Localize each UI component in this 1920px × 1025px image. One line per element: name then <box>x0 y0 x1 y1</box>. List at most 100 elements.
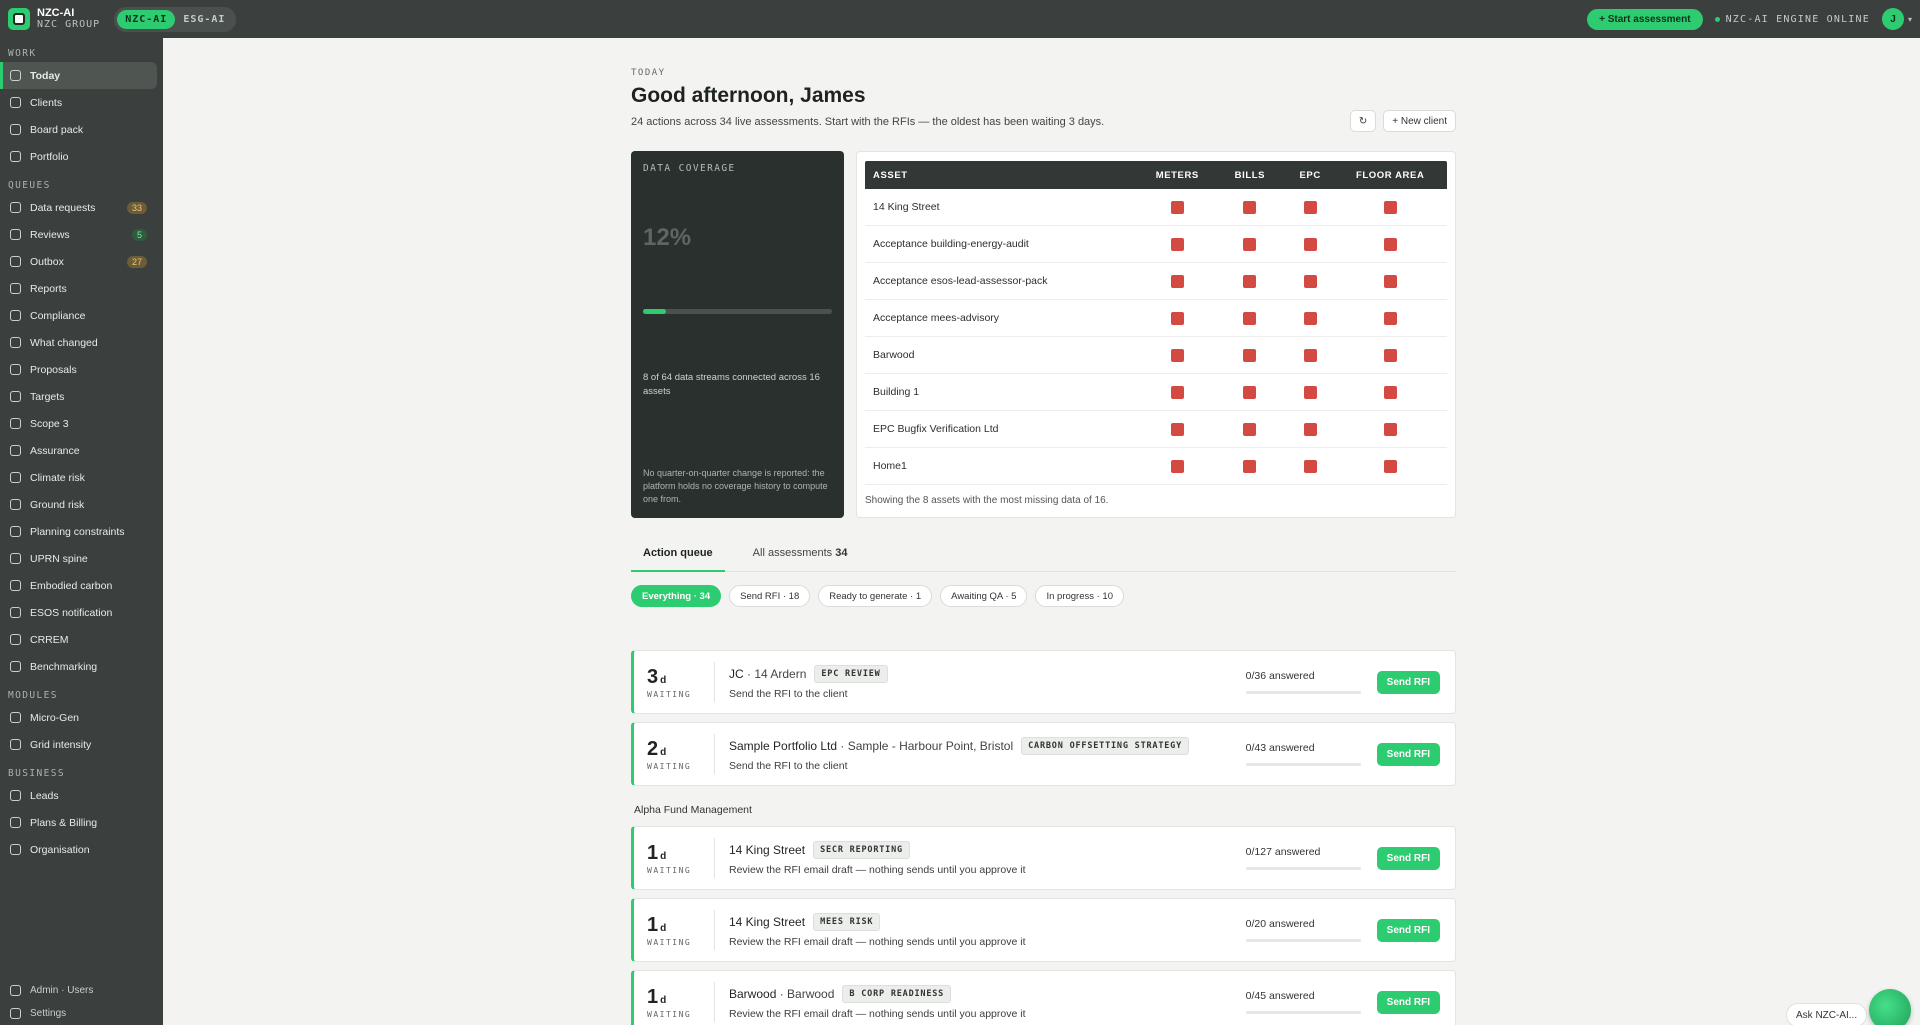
sidebar-item-what-changed[interactable]: What changed <box>0 329 157 356</box>
nzc-logo-icon[interactable] <box>8 8 30 30</box>
sidebar-item-assurance[interactable]: Assurance <box>0 437 157 464</box>
top-bar: NZC-AI NZC GROUP NZC-AI ESG-AI + Start a… <box>0 0 1920 38</box>
missing-bills-cell <box>1243 311 1257 325</box>
waiting-indicator: 3 d WAITING <box>634 666 714 699</box>
missing-floor-area-cell <box>1383 274 1397 288</box>
table-row[interactable]: Home1 <box>865 448 1447 485</box>
tab-all-assessments[interactable]: All assessments 34 <box>741 541 860 572</box>
service-tag: MEES RISK <box>813 912 881 931</box>
filter-chip-awaiting-qa[interactable]: Awaiting QA · 5 <box>940 585 1028 607</box>
action-card[interactable]: 1 d WAITING 14 King Street MEES RISK Review… <box>631 898 1456 962</box>
new-client-button[interactable]: + New client <box>1383 110 1456 132</box>
missing-meters-cell <box>1170 385 1184 399</box>
sidebar-item-reviews[interactable]: Reviews 5 <box>0 221 157 248</box>
sidebar-item-label: Planning constraints <box>30 525 125 538</box>
engine-status-text: NZC-AI ENGINE ONLINE <box>1725 13 1870 25</box>
sidebar-item-settings[interactable]: Settings <box>0 1002 157 1025</box>
table-row[interactable]: 14 King Street <box>865 189 1447 226</box>
missing-bills-cell <box>1243 274 1257 288</box>
asset-name: Acceptance esos-lead-assessor-pack <box>873 275 1048 287</box>
tab-action-queue[interactable]: Action queue <box>631 541 725 572</box>
missing-floor-area-cell <box>1383 200 1397 214</box>
column-header-floor-area: FLOOR AREA <box>1355 169 1425 181</box>
sidebar-item-benchmarking[interactable]: Benchmarking <box>0 653 157 680</box>
table-row[interactable]: Building 1 <box>865 374 1447 411</box>
sidebar-item-portfolio[interactable]: Portfolio <box>0 143 157 170</box>
sidebar-item-planning-constraints[interactable]: Planning constraints <box>0 518 157 545</box>
asset-name: 14 King Street <box>873 201 940 213</box>
filter-chip-in-progress[interactable]: In progress · 10 <box>1035 585 1125 607</box>
assistant-orb-icon[interactable] <box>1869 989 1911 1025</box>
sidebar-item-scope-3[interactable]: Scope 3 <box>0 410 157 437</box>
action-card[interactable]: 2 d WAITING Sample Portfolio Ltd · Sample … <box>631 722 1456 786</box>
table-row[interactable]: Barwood <box>865 337 1447 374</box>
sidebar-item-label: Admin · Users <box>30 985 94 996</box>
sidebar-item-ground-risk[interactable]: Ground risk <box>0 491 157 518</box>
product-tab-nzc[interactable]: NZC-AI <box>117 9 176 29</box>
sidebar-item-data-requests[interactable]: Data requests 33 <box>0 194 157 221</box>
table-row[interactable]: Acceptance building-energy-audit <box>865 226 1447 263</box>
sidebar-item-outbox[interactable]: Outbox 27 <box>0 248 157 275</box>
sidebar-item-admin-users[interactable]: Admin · Users <box>0 979 157 1002</box>
table-row[interactable]: EPC Bugfix Verification Ltd <box>865 411 1447 448</box>
send-rfi-button[interactable]: Send RFI <box>1376 918 1440 942</box>
check-circle-icon <box>10 445 21 456</box>
column-header-epc: EPC <box>1299 169 1321 181</box>
sidebar-item-grid-intensity[interactable]: Grid intensity <box>0 731 157 758</box>
rfi-progress-text: 0/43 answered <box>1245 742 1315 754</box>
send-rfi-button[interactable]: Send RFI <box>1376 990 1440 1014</box>
data-coverage-card: DATA COVERAGE 12% 8 of 64 data streams c… <box>631 151 844 518</box>
sidebar-item-compliance[interactable]: Compliance <box>0 302 157 329</box>
document-icon <box>10 283 21 294</box>
count-badge: 33 <box>126 201 147 214</box>
missing-bills-cell <box>1243 459 1257 473</box>
missing-epc-cell <box>1303 311 1317 325</box>
send-icon <box>10 256 21 267</box>
sidebar-item-organisation[interactable]: Organisation <box>0 836 157 863</box>
ask-assistant-bubble[interactable]: Ask NZC-AI... <box>1786 1003 1868 1025</box>
send-rfi-button[interactable]: Send RFI <box>1376 846 1440 870</box>
start-assessment-button[interactable]: + Start assessment <box>1587 8 1703 30</box>
send-rfi-button[interactable]: Send RFI <box>1376 742 1440 766</box>
sidebar-item-reports[interactable]: Reports <box>0 275 157 302</box>
product-tab-esg[interactable]: ESG-AI <box>175 10 233 29</box>
card-client: 14 King Street <box>729 914 806 929</box>
missing-bills-cell <box>1243 237 1257 251</box>
table-row[interactable]: Acceptance esos-lead-assessor-pack <box>865 263 1447 300</box>
sidebar-item-plans-billing[interactable]: Plans & Billing <box>0 809 157 836</box>
brand-subtitle: NZC GROUP <box>37 19 101 30</box>
avatar[interactable]: J <box>1881 8 1904 30</box>
card-asset: 14 Ardern <box>754 666 807 681</box>
page-title: Good afternoon, James <box>631 84 866 107</box>
badge-icon <box>10 607 21 618</box>
action-card[interactable]: 3 d WAITING JC · 14 Ardern EPC REVIEW Send … <box>631 650 1456 714</box>
filter-chip-everything[interactable]: Everything · 34 <box>631 585 722 607</box>
sidebar-item-targets[interactable]: Targets <box>0 383 157 410</box>
sidebar-item-micro-gen[interactable]: Micro-Gen <box>0 704 157 731</box>
waiting-label: WAITING <box>647 865 692 875</box>
rfi-progress: 0/127 answered <box>1245 846 1361 870</box>
refresh-button[interactable]: ↻ <box>1349 110 1377 132</box>
service-tag: SECR REPORTING <box>813 840 910 859</box>
sidebar-item-proposals[interactable]: Proposals <box>0 356 157 383</box>
table-row[interactable]: Acceptance mees-advisory <box>865 300 1447 337</box>
user-menu[interactable]: J ▾ <box>1881 8 1912 30</box>
missing-data-matrix: ASSET METERS BILLS EPC FLOOR AREA 14 Kin… <box>856 151 1456 518</box>
sidebar-item-leads[interactable]: Leads <box>0 782 157 809</box>
sidebar-item-clients[interactable]: Clients <box>0 89 157 116</box>
sidebar-item-embodied-carbon[interactable]: Embodied carbon <box>0 572 157 599</box>
sidebar-item-uprn-spine[interactable]: UPRN spine <box>0 545 157 572</box>
send-rfi-button[interactable]: Send RFI <box>1376 670 1440 694</box>
sidebar-item-climate-risk[interactable]: Climate risk <box>0 464 157 491</box>
sidebar-item-board-pack[interactable]: Board pack <box>0 116 157 143</box>
clients-icon <box>10 97 21 108</box>
action-card[interactable]: 1 d WAITING 14 King Street SECR REPORTING R… <box>631 826 1456 890</box>
sidebar-item-today[interactable]: Today <box>0 62 157 89</box>
action-card[interactable]: 1 d WAITING Barwood · Barwood B CORP READIN… <box>631 970 1456 1025</box>
filter-chip-send-rfi[interactable]: Send RFI · 18 <box>729 585 811 607</box>
sidebar-item-label: Portfolio <box>30 150 69 163</box>
sidebar-item-crrem[interactable]: CRREM <box>0 626 157 653</box>
filter-chip-ready-to-generate[interactable]: Ready to generate · 1 <box>818 585 933 607</box>
sidebar-item-esos-notification[interactable]: ESOS notification <box>0 599 157 626</box>
sidebar-item-label: Reviews <box>30 228 70 241</box>
